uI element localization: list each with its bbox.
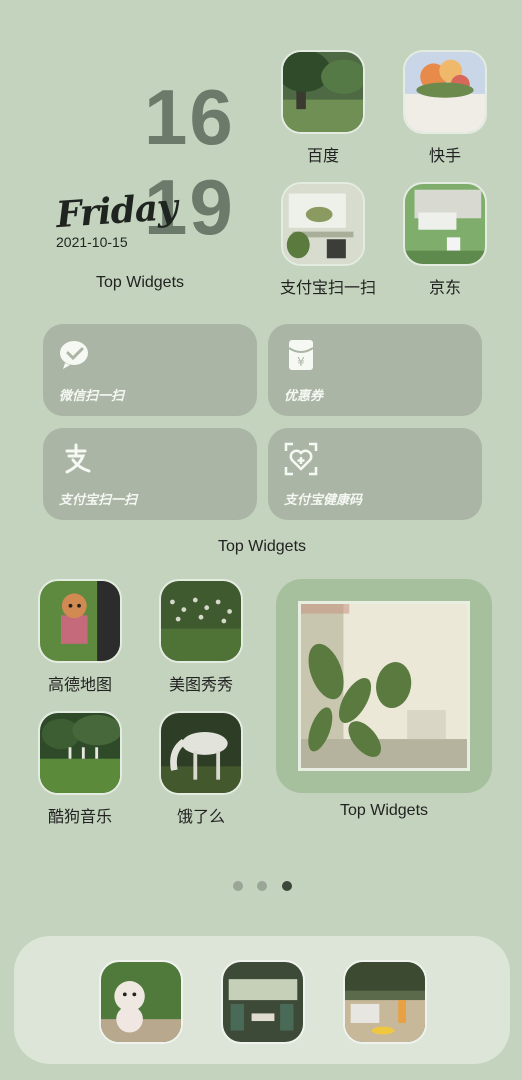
app-amap[interactable]: 高德地图: [37, 579, 123, 695]
plant-photo: [298, 601, 470, 771]
health-code-icon: [284, 442, 318, 476]
shortcuts-widget-label[interactable]: Top Widgets: [162, 538, 362, 556]
amap-app-icon[interactable]: [38, 579, 122, 663]
shortcut-label: 微信扫一扫: [59, 389, 125, 404]
page-dot-1[interactable]: [233, 881, 243, 891]
app-label: 高德地图: [47, 675, 112, 694]
clock-hour: 16: [144, 73, 235, 161]
alipay-scan-app-icon[interactable]: [281, 182, 365, 266]
alipay-icon: [59, 442, 93, 476]
shortcut-label: 优惠券: [284, 389, 324, 404]
eleme-app-icon[interactable]: [159, 711, 243, 795]
dog-photo-app-icon[interactable]: [99, 960, 183, 1044]
wechat-icon: [59, 338, 93, 372]
app-label: 快手: [428, 146, 461, 165]
app-label: 酷狗音乐: [47, 807, 112, 826]
jd-app-icon[interactable]: [403, 182, 487, 266]
app-kuaishou[interactable]: 快手: [402, 50, 488, 166]
cafe-photo-app-icon[interactable]: [221, 960, 305, 1044]
photo-widget-label[interactable]: Top Widgets: [284, 802, 484, 820]
meitu-app-icon[interactable]: [159, 579, 243, 663]
weekday-label: Friday: [54, 185, 179, 237]
kuaishou-app-icon[interactable]: [403, 50, 487, 134]
shortcut-alipay-scan[interactable]: 支付宝扫一扫: [43, 428, 257, 520]
photo-widget[interactable]: [276, 579, 492, 793]
app-alipay-scan[interactable]: 支付宝扫一扫: [280, 182, 377, 298]
dock-app-3[interactable]: [342, 960, 428, 1044]
shortcut-wechat-scan[interactable]: 微信扫一扫: [43, 324, 257, 416]
app-eleme[interactable]: 饿了么: [158, 711, 244, 827]
app-label: 百度: [306, 146, 339, 165]
clock-widget-label[interactable]: Top Widgets: [80, 274, 200, 292]
dock-app-2[interactable]: [220, 960, 306, 1044]
app-kugou[interactable]: 酷狗音乐: [37, 711, 123, 827]
dock-app-1[interactable]: [98, 960, 184, 1044]
app-label: 美图秀秀: [168, 675, 233, 694]
shortcut-coupon[interactable]: ¥ 优惠券: [268, 324, 482, 416]
dock: [14, 936, 510, 1064]
shortcut-label: 支付宝健康码: [284, 493, 363, 508]
app-meitu[interactable]: 美图秀秀: [158, 579, 244, 695]
picnic-photo-app-icon[interactable]: [343, 960, 427, 1044]
app-label: 饿了么: [176, 807, 225, 826]
date-label: 2021-10-15: [56, 234, 128, 250]
app-label: 支付宝扫一扫: [280, 278, 377, 297]
app-baidu[interactable]: 百度: [280, 50, 366, 166]
app-jd[interactable]: 京东: [402, 182, 488, 298]
svg-text:¥: ¥: [297, 355, 305, 369]
shortcut-health-code[interactable]: 支付宝健康码: [268, 428, 482, 520]
kugou-app-icon[interactable]: [38, 711, 122, 795]
shortcut-label: 支付宝扫一扫: [59, 493, 138, 508]
page-dot-3-active[interactable]: [282, 881, 292, 891]
app-label: 京东: [428, 278, 461, 297]
coupon-icon: ¥: [284, 338, 318, 372]
page-dot-2[interactable]: [257, 881, 267, 891]
baidu-app-icon[interactable]: [281, 50, 365, 134]
